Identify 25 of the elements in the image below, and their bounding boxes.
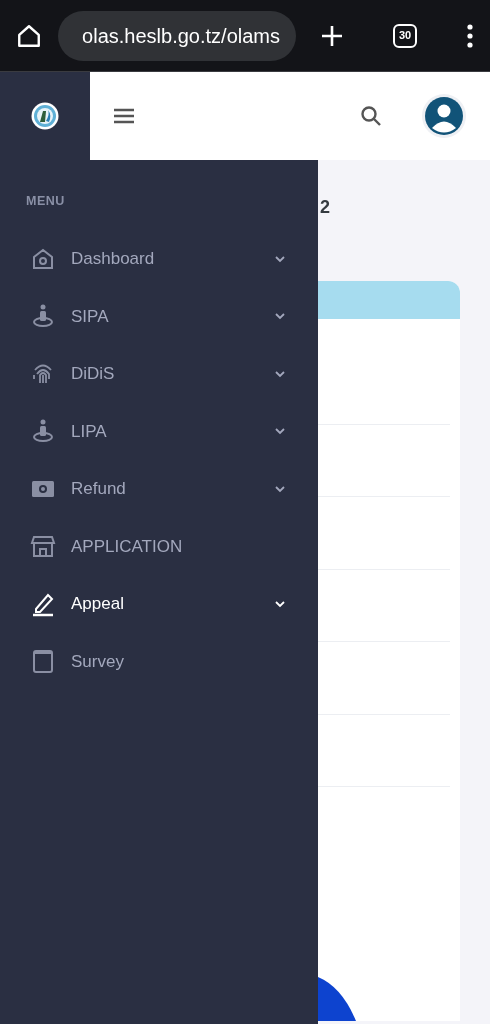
url-text: olas.heslb.go.tz/olams — [82, 23, 280, 49]
sidebar-item[interactable]: Dashboard — [0, 230, 318, 288]
sidebar-item[interactable]: Appeal — [0, 575, 318, 633]
person-on-target-icon — [30, 418, 56, 445]
home-icon[interactable] — [16, 22, 42, 49]
new-tab-icon[interactable] — [320, 23, 344, 48]
menu-icon[interactable] — [114, 108, 134, 124]
person-on-target-icon — [30, 303, 56, 330]
page-heading: 2 — [320, 196, 330, 219]
sidebar-item[interactable]: APPLICATION — [0, 517, 318, 575]
logo-icon[interactable] — [31, 102, 59, 130]
sidebar-item[interactable]: Refund — [0, 460, 318, 518]
menu-section-label: MENU — [26, 193, 65, 210]
sidebar-item[interactable]: LIPA — [0, 402, 318, 460]
store-icon — [30, 533, 56, 560]
user-avatar[interactable] — [422, 94, 466, 138]
tab-count-button[interactable]: 30 — [393, 23, 417, 48]
sidebar-item[interactable]: DiDiS — [0, 345, 318, 403]
more-options-icon[interactable] — [466, 23, 474, 48]
sidebar-item[interactable]: SIPA — [0, 287, 318, 345]
address-bar[interactable]: olas.heslb.go.tz/olams — [58, 10, 296, 61]
chart-segment — [318, 977, 356, 1021]
sidebar-item[interactable]: Survey — [0, 632, 318, 690]
search-icon[interactable] — [360, 105, 382, 127]
clipboard-icon — [30, 648, 56, 675]
